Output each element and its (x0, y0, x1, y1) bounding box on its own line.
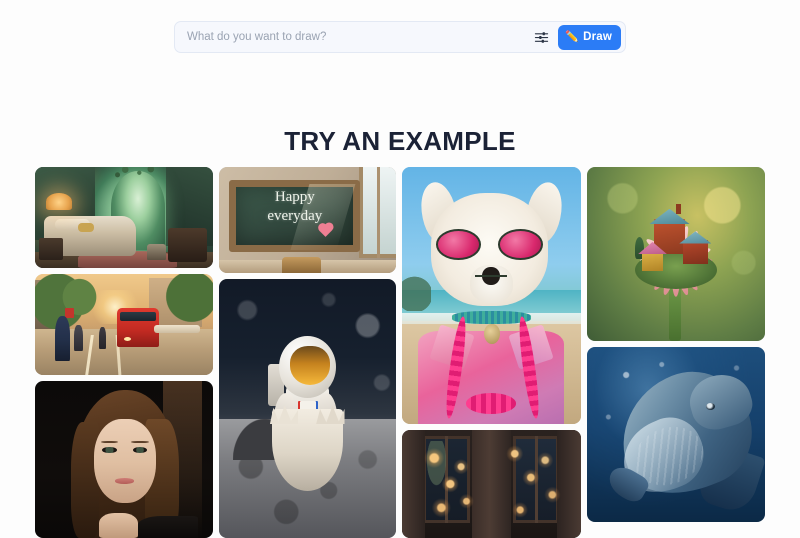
pencil-icon: ✏️ (565, 30, 580, 43)
example-gallery: Happy everyday (35, 167, 765, 538)
happy-everyday-chalkboard-artwork: Happy everyday (218, 167, 396, 273)
sliders-icon[interactable] (530, 26, 552, 48)
example-tile-moon-astronaut-egg[interactable] (218, 279, 396, 538)
sunglasses-icon (435, 228, 543, 260)
example-tile-happy-everyday-chalkboard[interactable]: Happy everyday (218, 167, 396, 273)
deep-sea-whale-artwork (586, 347, 765, 522)
tram-street-artwork (35, 274, 213, 375)
woman-portrait-artwork (35, 381, 213, 538)
chalk-line-2: everyday (267, 207, 323, 224)
chalk-line-1: Happy (274, 189, 315, 206)
example-tile-beach-dog-sunglasses[interactable] (402, 167, 581, 424)
page-title: TRY AN EXAMPLE (284, 126, 516, 156)
prompt-bar-inner: ✏️ Draw (174, 21, 626, 53)
example-tile-flower-village[interactable] (586, 167, 765, 341)
example-tile-tram-street[interactable] (35, 274, 213, 375)
example-tile-cozy-window-lights[interactable] (402, 430, 581, 538)
moon-astronaut-egg-artwork (218, 279, 396, 538)
prompt-bar: ✏️ Draw (174, 21, 626, 53)
gallery-column-2: Happy everyday (218, 167, 396, 538)
gallery-column-4 (586, 167, 765, 522)
example-tile-enchanted-bedroom[interactable] (35, 167, 213, 268)
enchanted-bedroom-artwork (35, 167, 213, 268)
draw-button-label: Draw (583, 31, 612, 43)
chalkboard-text: Happy everyday (236, 188, 353, 225)
example-tile-deep-sea-whale[interactable] (586, 347, 765, 522)
example-tile-woman-portrait[interactable] (35, 381, 213, 538)
beach-dog-sunglasses-artwork (402, 167, 581, 424)
draw-button[interactable]: ✏️ Draw (558, 24, 621, 50)
prompt-input[interactable] (187, 22, 531, 52)
flower-village-artwork (586, 167, 765, 341)
cozy-window-lights-artwork (402, 430, 581, 538)
gallery-column-3 (402, 167, 581, 538)
gallery-column-1 (35, 167, 213, 538)
